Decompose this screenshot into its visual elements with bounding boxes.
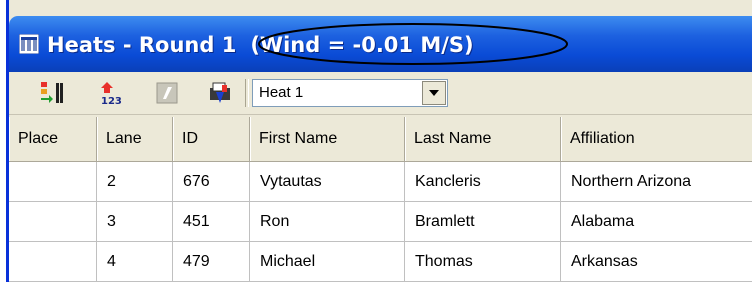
cell-id[interactable]: 451 xyxy=(173,202,250,241)
column-header-affiliation[interactable]: Affiliation xyxy=(561,117,752,161)
app-grid-icon xyxy=(19,34,39,54)
cell-lane[interactable]: 3 xyxy=(97,202,173,241)
cell-id[interactable]: 676 xyxy=(173,162,250,201)
results-grid: Place Lane ID First Name Last Name Affil… xyxy=(9,117,752,282)
chevron-down-icon xyxy=(429,90,439,96)
svg-text:123: 123 xyxy=(101,96,122,106)
table-row[interactable]: 4 479 Michael Thomas Arkansas xyxy=(9,242,752,282)
dropdown-button[interactable] xyxy=(422,81,446,105)
cell-lane[interactable]: 2 xyxy=(97,162,173,201)
cell-place[interactable] xyxy=(9,202,97,241)
cell-last-name[interactable]: Bramlett xyxy=(405,202,561,241)
cell-first-name[interactable]: Vytautas xyxy=(250,162,405,201)
column-header-first-name[interactable]: First Name xyxy=(250,117,405,161)
cell-last-name[interactable]: Thomas xyxy=(405,242,561,281)
cell-place[interactable] xyxy=(9,242,97,281)
column-header-lane[interactable]: Lane xyxy=(97,117,173,161)
print-icon xyxy=(210,82,230,103)
lane-assign-icon xyxy=(41,82,63,103)
title-bar[interactable]: Heats - Round 1 (Wind = -0.01 M/S) xyxy=(9,16,752,72)
column-header-last-name[interactable]: Last Name xyxy=(405,117,561,161)
cell-place[interactable] xyxy=(9,162,97,201)
table-row[interactable]: 2 676 Vytautas Kancleris Northern Arizon… xyxy=(9,162,752,202)
heat-select[interactable]: Heat 1 xyxy=(252,79,448,107)
column-header-id[interactable]: ID xyxy=(173,117,250,161)
toolbar-separator xyxy=(245,79,249,107)
cell-first-name[interactable]: Ron xyxy=(250,202,405,241)
lane-assign-button[interactable] xyxy=(37,78,67,108)
toolbar: 123 Heat 1 xyxy=(9,72,752,115)
cell-affiliation[interactable]: Arkansas xyxy=(561,242,752,281)
edit-button[interactable] xyxy=(152,78,182,108)
sort-numeric-button[interactable]: 123 xyxy=(97,78,127,108)
cell-last-name[interactable]: Kancleris xyxy=(405,162,561,201)
wind-highlight-ellipse xyxy=(258,23,568,65)
heat-select-value: Heat 1 xyxy=(259,84,304,101)
print-button[interactable] xyxy=(205,78,235,108)
cell-id[interactable]: 479 xyxy=(173,242,250,281)
heats-window: Heats - Round 1 (Wind = -0.01 M/S) 123 H… xyxy=(6,0,752,282)
cell-affiliation[interactable]: Northern Arizona xyxy=(561,162,752,201)
cell-lane[interactable]: 4 xyxy=(97,242,173,281)
sort-numeric-icon: 123 xyxy=(101,82,122,106)
column-header-place[interactable]: Place xyxy=(9,117,97,161)
window-title-label: Heats - Round 1 xyxy=(47,33,237,57)
table-row[interactable]: 3 451 Ron Bramlett Alabama xyxy=(9,202,752,242)
edit-disabled-icon xyxy=(156,82,178,104)
cell-affiliation[interactable]: Alabama xyxy=(561,202,752,241)
grid-header: Place Lane ID First Name Last Name Affil… xyxy=(9,117,752,162)
cell-first-name[interactable]: Michael xyxy=(250,242,405,281)
